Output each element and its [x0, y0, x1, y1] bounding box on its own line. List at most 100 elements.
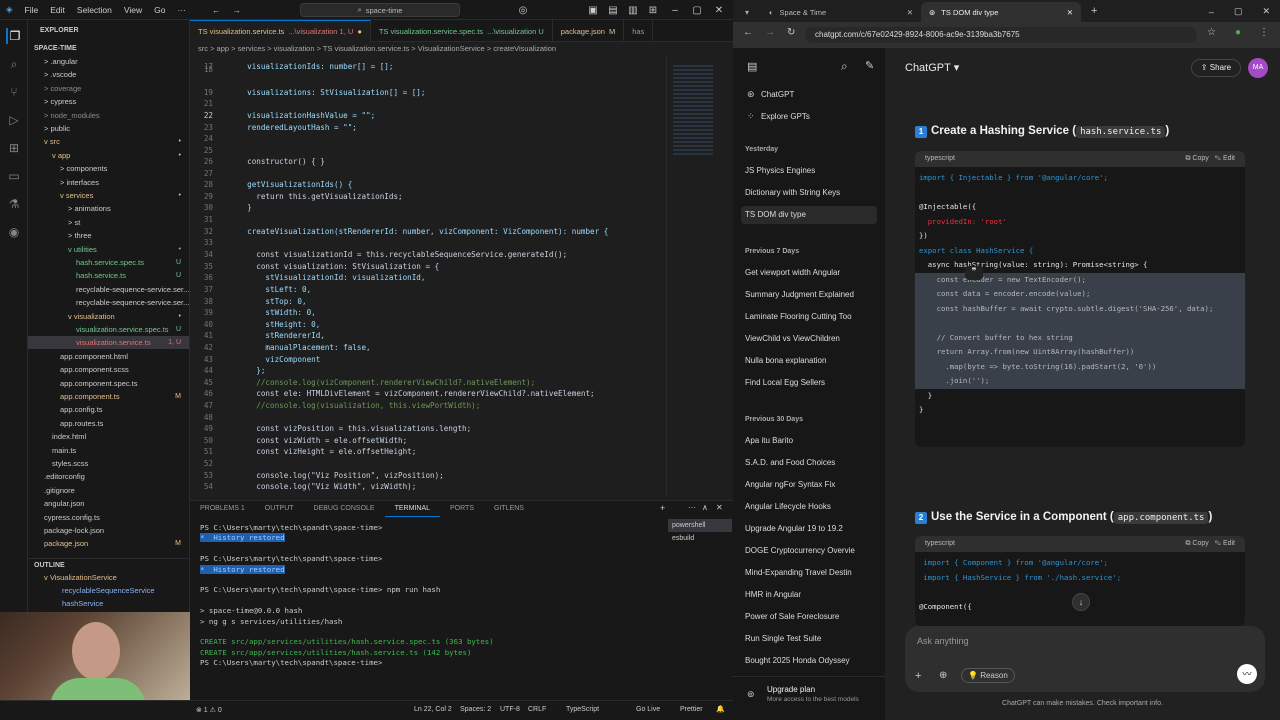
- tree-item[interactable]: recyclable-sequence-service.ser...: [28, 283, 189, 296]
- tree-item[interactable]: > components: [28, 162, 189, 175]
- code-line[interactable]: 33: [190, 237, 666, 249]
- tree-item[interactable]: > cypress: [28, 95, 189, 108]
- code-line[interactable]: 19 visualizations: StVisualization[] = […: [190, 87, 666, 99]
- model-selector[interactable]: ChatGPT ▾: [905, 61, 959, 74]
- code-line[interactable]: 38 stTop: 0,: [190, 296, 666, 308]
- code-line[interactable]: 52: [190, 458, 666, 470]
- bookmark-star-icon[interactable]: ☆: [1207, 27, 1216, 38]
- history-item[interactable]: Dictionary with String Keys: [741, 184, 877, 202]
- cursor-position[interactable]: Ln 22, Col 2: [414, 706, 452, 713]
- tree-item[interactable]: > node_modules: [28, 109, 189, 122]
- close-panel-icon[interactable]: ✕: [716, 503, 723, 512]
- code-line[interactable]: 47 //console.log(visualization, this.vie…: [190, 400, 666, 412]
- tree-item[interactable]: app.component.html: [28, 350, 189, 363]
- tree-item[interactable]: hash.service.spec.ts U: [28, 256, 189, 269]
- project-folder[interactable]: SPACE-TIME: [28, 42, 189, 55]
- url-field[interactable]: chatgpt.com/c/67e02429-8924-8006-ac9e-31…: [805, 27, 1197, 43]
- tree-item[interactable]: visualization.service.spec.ts U: [28, 323, 189, 336]
- menu-view[interactable]: View: [118, 5, 148, 15]
- gitlens-icon[interactable]: ◉: [6, 224, 22, 240]
- quote-icon[interactable]: ❞: [965, 266, 983, 280]
- code-line[interactable]: 40 stHeight: 0,: [190, 319, 666, 331]
- history-item[interactable]: Bought 2025 Honda Odyssey: [741, 652, 877, 670]
- search-icon[interactable]: ⌕: [6, 56, 22, 72]
- code-line[interactable]: 54 console.log("Viz Width", vizWidth);: [190, 481, 666, 493]
- code-editor[interactable]: 17 visualizationIds: number[] = []; 18 19 …: [190, 55, 666, 497]
- code-line[interactable]: 46 const ele: HTMLDivElement = vizCompon…: [190, 388, 666, 400]
- tree-item[interactable]: app.routes.ts: [28, 417, 189, 430]
- panel-toggle-icon[interactable]: ▤: [602, 0, 624, 20]
- tree-item[interactable]: styles.scss: [28, 457, 189, 470]
- tab-terminal[interactable]: TERMINAL: [384, 501, 441, 517]
- minimap[interactable]: [666, 55, 733, 497]
- tree-item[interactable]: > interfaces: [28, 176, 189, 189]
- code-line[interactable]: 32 createVisualization(stRendererId: num…: [190, 226, 666, 238]
- menu-selection[interactable]: Selection: [71, 5, 118, 15]
- menu-edit[interactable]: Edit: [44, 5, 71, 15]
- more-actions-icon[interactable]: ···: [688, 503, 696, 512]
- voice-mode-icon[interactable]: 〰: [1237, 664, 1257, 684]
- tab-visualization-spec[interactable]: TS visualization.service.spec.ts ...\visu…: [371, 20, 553, 42]
- tree-item[interactable]: app.config.ts: [28, 403, 189, 416]
- problems-status[interactable]: ⊗ 1 ⚠ 0: [196, 706, 222, 714]
- code-line[interactable]: 28 getVisualizationIds() {: [190, 179, 666, 191]
- code-line[interactable]: 48: [190, 412, 666, 424]
- code-line[interactable]: 27: [190, 168, 666, 180]
- search-chats-icon[interactable]: ⌕: [841, 59, 848, 74]
- history-item[interactable]: ViewChild vs ViewChildren: [741, 330, 877, 348]
- line-ending[interactable]: CRLF: [528, 706, 546, 713]
- tree-item[interactable]: > animations: [28, 202, 189, 215]
- customize-layout-icon[interactable]: ⊞: [642, 0, 664, 20]
- code-line[interactable]: 25: [190, 145, 666, 157]
- new-chat-icon[interactable]: ✎: [865, 59, 874, 72]
- minimize-icon[interactable]: –: [664, 0, 686, 20]
- code-line[interactable]: 49 const vizPosition = this.visualizatio…: [190, 423, 666, 435]
- outline-member[interactable]: recyclableSequenceService: [28, 584, 189, 597]
- go-live-button[interactable]: Go Live: [636, 706, 660, 713]
- history-item[interactable]: TS DOM div type: [741, 206, 877, 224]
- code-line[interactable]: 50 const vizWidth = ele.offsetWidth;: [190, 435, 666, 447]
- tree-item[interactable]: v src •: [28, 135, 189, 148]
- back-arrow-icon[interactable]: ←: [743, 27, 753, 38]
- browser-tab-space-time[interactable]: ◐ Space & Time ✕: [761, 2, 921, 22]
- code-line[interactable]: 24: [190, 133, 666, 145]
- tree-item[interactable]: v services •: [28, 189, 189, 202]
- tree-item[interactable]: > st: [28, 216, 189, 229]
- close-tab-icon[interactable]: ✕: [1067, 8, 1073, 17]
- code-line[interactable]: 18: [190, 64, 666, 76]
- minimize-icon[interactable]: –: [1199, 7, 1224, 22]
- tree-item[interactable]: package.json M: [28, 537, 189, 550]
- history-item[interactable]: Apa itu Barito: [741, 432, 877, 450]
- code-line[interactable]: 42 manualPlacement: false,: [190, 342, 666, 354]
- prettier-status[interactable]: Prettier: [680, 706, 703, 713]
- sidebar-toggle-icon[interactable]: ▥: [622, 0, 644, 20]
- tab-search-icon[interactable]: ▾: [733, 8, 761, 22]
- tree-item[interactable]: .gitignore: [28, 484, 189, 497]
- history-item[interactable]: Get viewport width Angular: [741, 264, 877, 282]
- tree-item[interactable]: app.component.ts M: [28, 390, 189, 403]
- tab-gitlens[interactable]: GITLENS: [484, 501, 534, 517]
- history-item[interactable]: Laminate Flooring Cutting Too: [741, 308, 877, 326]
- history-item[interactable]: DOGE Cryptocurrency Overvie: [741, 542, 877, 560]
- history-item[interactable]: Angular ngFor Syntax Fix: [741, 476, 877, 494]
- source-control-icon[interactable]: ⑂: [6, 84, 22, 100]
- tree-item[interactable]: app.component.spec.ts: [28, 377, 189, 390]
- code-line[interactable]: 22 visualizationHashValue = "";: [190, 110, 666, 122]
- tab-package-json[interactable]: package.json M: [553, 20, 625, 42]
- history-item[interactable]: Nulla bona explanation: [741, 352, 877, 370]
- code-line[interactable]: 53 console.log("Viz Position", vizPositi…: [190, 470, 666, 482]
- copilot-icon[interactable]: ◎: [512, 0, 534, 20]
- attach-icon[interactable]: +: [915, 670, 921, 682]
- history-item[interactable]: Find Local Egg Sellers: [741, 374, 877, 392]
- close-tab-icon[interactable]: ✕: [907, 8, 913, 17]
- maximize-panel-icon[interactable]: ∧: [702, 503, 708, 512]
- tree-item[interactable]: v utilities •: [28, 243, 189, 256]
- maximize-icon[interactable]: ▢: [1224, 6, 1253, 22]
- tree-item[interactable]: .editorconfig: [28, 470, 189, 483]
- terminal-esbuild[interactable]: esbuild: [668, 532, 732, 545]
- history-item[interactable]: Angular Lifecycle Hooks: [741, 498, 877, 516]
- tree-item[interactable]: > public: [28, 122, 189, 135]
- indentation[interactable]: Spaces: 2: [460, 706, 491, 713]
- run-debug-icon[interactable]: ▷: [6, 112, 22, 128]
- ask-input[interactable]: Ask anything: [917, 636, 969, 646]
